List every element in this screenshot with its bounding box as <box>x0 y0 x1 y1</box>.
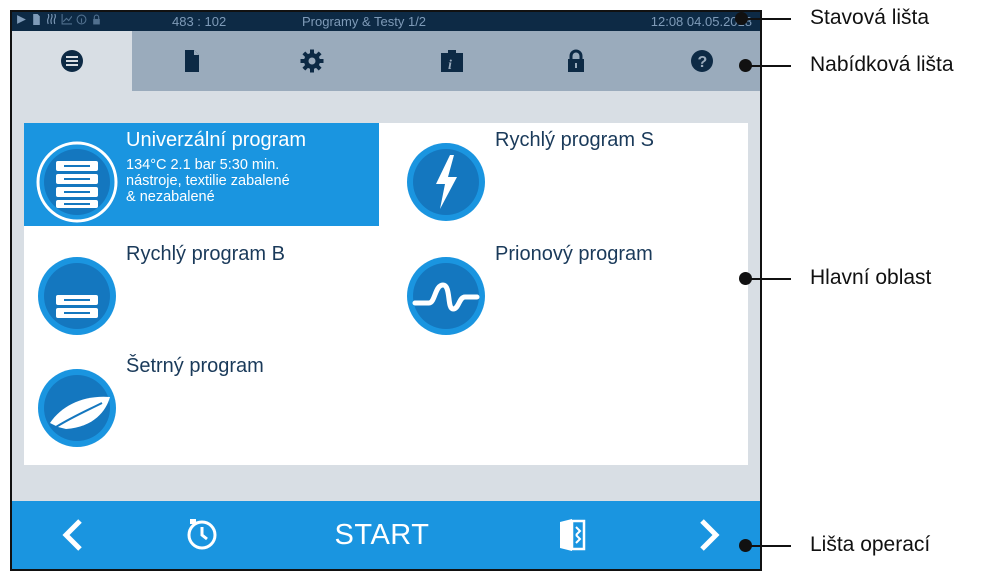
main-area: Univerzální program 134°C 2.1 bar 5:30 m… <box>24 123 748 465</box>
program-name: Univerzální program <box>126 129 307 151</box>
program-name: Rychlý program B <box>126 243 285 265</box>
callout-status-bar: Stavová lišta <box>810 6 930 29</box>
program-desc-line: 134°C 2.1 bar 5:30 min. <box>126 157 280 173</box>
tray-icon <box>38 257 116 335</box>
back-button[interactable] <box>42 501 102 569</box>
timer-icon <box>187 519 217 550</box>
chart-icon <box>61 14 72 25</box>
document-icon <box>33 14 40 25</box>
status-counter: 483 : 102 <box>172 14 227 29</box>
program-name: Šetrný program <box>126 355 264 377</box>
status-bar: 483 : 102 Programy & Testy 1/2 12:08 04.… <box>12 12 760 31</box>
svg-text:?: ? <box>698 54 708 71</box>
back-arrow-icon <box>62 519 82 551</box>
program-gentle[interactable]: Šetrný program <box>24 349 379 452</box>
program-prion[interactable]: Prionový program <box>393 237 748 340</box>
status-title: Programy & Testy 1/2 <box>302 14 427 29</box>
forward-arrow-icon <box>700 519 720 551</box>
document-icon <box>185 50 199 72</box>
tab-lock[interactable] <box>516 31 636 91</box>
operation-bar: START <box>12 501 760 569</box>
tab-programs[interactable] <box>12 31 132 91</box>
tab-protocols[interactable] <box>132 31 252 91</box>
door-button[interactable] <box>542 501 602 569</box>
lock-icon <box>93 14 100 25</box>
program-quick-s[interactable]: Rychlý program S <box>393 123 748 226</box>
feather-icon <box>38 369 116 447</box>
callout-line <box>749 545 791 547</box>
device-screen: 483 : 102 Programy & Testy 1/2 12:08 04.… <box>10 10 762 571</box>
program-description: 134°C 2.1 bar 5:30 min. nástroje, textil… <box>126 157 366 205</box>
callout-menu-bar: Nabídková lišta <box>810 53 954 76</box>
delayed-start-button[interactable] <box>172 501 232 569</box>
svg-text:i: i <box>448 58 452 73</box>
play-icon <box>17 15 26 24</box>
program-desc-line: & nezabalené <box>126 189 215 205</box>
gear-icon <box>300 49 324 73</box>
start-button[interactable]: START <box>322 501 442 569</box>
callout-operation-bar: Lišta operací <box>810 533 931 556</box>
callout-line <box>745 18 791 20</box>
lock-icon <box>568 49 584 72</box>
info-folder-icon: i <box>441 50 463 73</box>
callout-main-area: Hlavní oblast <box>810 266 932 289</box>
tab-settings[interactable] <box>252 31 372 91</box>
lightning-icon <box>407 143 485 221</box>
callout-line <box>749 65 791 67</box>
heating-icon <box>47 14 56 25</box>
program-quick-b[interactable]: Rychlý program B <box>24 237 379 340</box>
list-icon <box>61 50 83 72</box>
program-name: Prionový program <box>495 243 653 265</box>
status-time: 12:08 <box>650 14 684 29</box>
tab-information[interactable]: i <box>392 31 512 91</box>
status-icons <box>16 14 102 25</box>
door-icon <box>560 519 586 551</box>
forward-button[interactable] <box>680 501 740 569</box>
program-desc-line: nástroje, textilie zabalené <box>126 173 290 189</box>
help-icon: ? <box>691 50 713 72</box>
program-universal[interactable]: Univerzální program 134°C 2.1 bar 5:30 m… <box>24 123 379 226</box>
callout-line <box>749 278 791 280</box>
menu-bar: i ? <box>12 31 760 91</box>
program-name: Rychlý program S <box>495 129 654 151</box>
trays-icon <box>36 141 118 223</box>
prion-icon <box>407 257 485 335</box>
info-icon <box>76 14 87 25</box>
